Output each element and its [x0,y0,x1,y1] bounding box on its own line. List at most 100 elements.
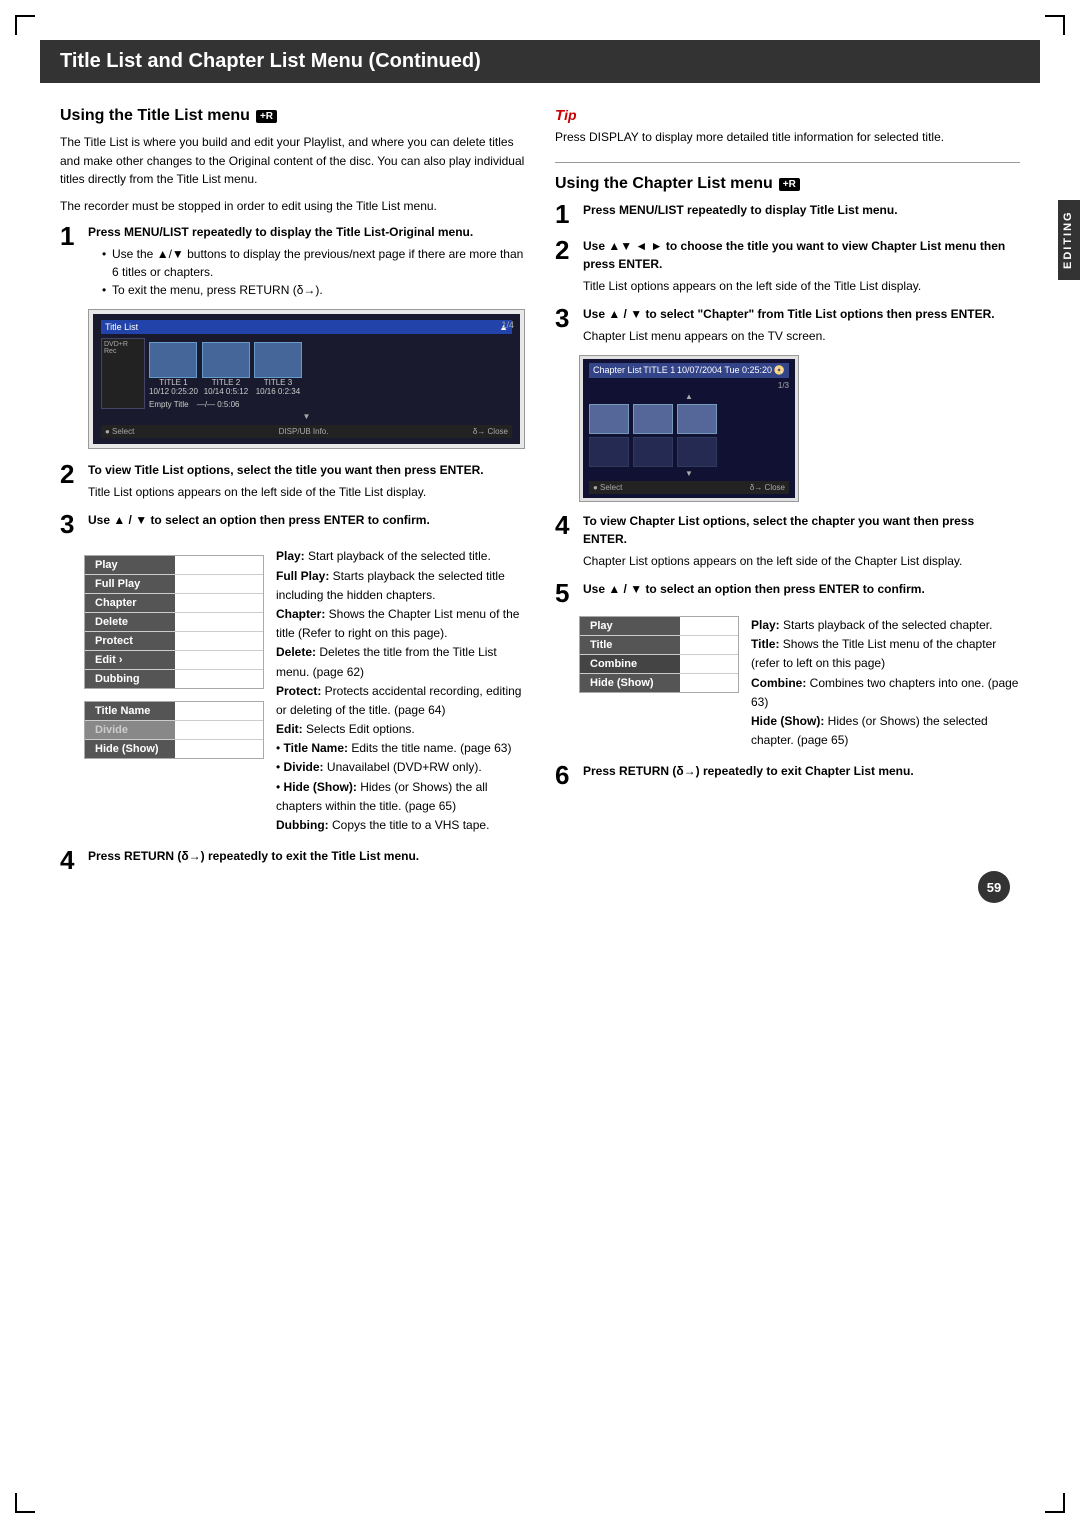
screen-thumbs-area: TITLE 1 10/12 0:25:20 TITLE 2 10/14 0:5:… [149,338,512,409]
menu-row-dubbing[interactable]: Dubbing [85,670,263,688]
right-menu-row-title[interactable]: Title [580,636,738,655]
right-step-4-bold: To view Chapter List options, select the… [583,514,974,546]
screen-left-panel: DVD+R Rec [101,338,145,409]
menu-row-delete[interactable]: Delete [85,613,263,632]
edit-submenu-row-divide[interactable]: Divide [85,721,263,740]
chapter-screen-date: 10/07/2004 Tue 0:25:20 [677,365,772,376]
step-2-extra: Title List options appears on the left s… [88,483,525,501]
thumb-2 [202,342,250,378]
right-badge-plus-r: +R [779,178,800,191]
right-menu-row-play[interactable]: Play [580,617,738,636]
right-section-title: Using the Chapter List menu [555,175,773,193]
corner-tl [15,15,35,35]
left-section-title: Using the Title List menu [60,107,250,125]
menu-row-edit[interactable]: Edit [85,651,263,670]
intro-para-2: The recorder must be stopped in order to… [60,197,525,216]
right-step-4-extra: Chapter List options appears on the left… [583,552,1020,570]
menu-row-chapter[interactable]: Chapter [85,594,263,613]
chapter-thumb-3 [677,404,717,434]
thumb-3-date: 10/16 0:2:34 [254,387,302,396]
step-3-number: 3 [60,511,82,537]
menu-row-fullplay[interactable]: Full Play [85,575,263,594]
right-step-2-bold: Use ▲▼ ◄ ► to choose the title you want … [583,239,1005,271]
editing-sidebar: EDITING [1058,200,1080,280]
step-1: 1 Press MENU/LIST repeatedly to display … [60,223,525,299]
screen-footer-1: ● Select DISP/UB Info. δ→ Close [101,425,512,438]
screen-inner-1: Title List ▲ 1/4 DVD+R Rec [93,314,520,444]
chapter-thumb-empty-2 [633,437,673,467]
menu-row-play[interactable]: Play [85,556,263,575]
right-step-4: 4 To view Chapter List options, select t… [555,512,1020,570]
chapter-screen-dvd-icon: 📀 [774,365,785,376]
menu-row-protect[interactable]: Protect [85,632,263,651]
menu-item-play[interactable]: Play [85,556,175,574]
step-1-bullet-2: To exit the menu, press RETURN (δ→). [102,281,525,299]
left-column: Using the Title List menu +R The Title L… [60,107,525,883]
chapter-footer-select: ● Select [593,483,622,492]
screen-empty-title: Empty Title —/— 0:5:06 [149,400,512,409]
edit-submenu-row-titlename[interactable]: Title Name [85,702,263,721]
step-3: 3 Use ▲ / ▼ to select an option then pre… [60,511,525,537]
step-1-content: Press MENU/LIST repeatedly to display th… [88,223,525,299]
edit-submenu-row-hideshow[interactable]: Hide (Show) [85,740,263,758]
right-menu-table: Play Title Combine Hide (Show) [579,616,739,693]
thumb-3-wrap: TITLE 3 10/16 0:2:34 [254,342,302,396]
chapter-footer: ● Select δ→ Close [589,481,789,494]
right-menu-row-hideshow[interactable]: Hide (Show) [580,674,738,692]
menu-area: Play Full Play Chapter Delete Protect [84,547,525,835]
screen-title-bar-1: Title List ▲ [101,320,512,334]
menu-item-fullplay[interactable]: Full Play [85,575,175,593]
desc-protect: Protect: Protects accidental recording, … [276,682,525,720]
menu-item-dubbing[interactable]: Dubbing [85,670,175,688]
step-4-left: 4 Press RETURN (δ→) repeatedly to exit t… [60,847,525,873]
right-step-3-bold: Use ▲ / ▼ to select "Chapter" from Title… [583,307,995,321]
menu-item-protect[interactable]: Protect [85,632,175,650]
thumb-2-label: TITLE 2 [202,378,250,387]
right-step-6-bold: Press RETURN (δ→) repeatedly to exit Cha… [583,764,914,778]
corner-tr [1045,15,1065,35]
right-step-5: 5 Use ▲ / ▼ to select an option then pre… [555,580,1020,606]
edit-submenu-hideshow[interactable]: Hide (Show) [85,740,175,758]
right-step-5-content: Use ▲ / ▼ to select an option then press… [583,580,1020,598]
right-menu-descriptions: Play: Starts playback of the selected ch… [751,616,1020,750]
left-section-heading: Using the Title List menu +R [60,107,525,125]
desc-hideshow: • Hide (Show): Hides (or Shows) the all … [276,778,525,816]
step-2: 2 To view Title List options, select the… [60,461,525,501]
step-1-number: 1 [60,223,82,249]
chapter-header: Chapter List TITLE 1 10/07/2004 Tue 0:25… [589,363,789,378]
right-desc-title: Title: Shows the Title List menu of the … [751,635,1020,673]
right-step-3-extra: Chapter List menu appears on the TV scre… [583,327,1020,345]
title-list-screen: Title List ▲ 1/4 DVD+R Rec [88,309,525,449]
step-2-number: 2 [60,461,82,487]
right-desc-hideshow: Hide (Show): Hides (or Shows) the select… [751,712,1020,750]
right-menu-item-title[interactable]: Title [580,636,680,654]
menu-item-delete[interactable]: Delete [85,613,175,631]
right-menu-row-combine[interactable]: Combine [580,655,738,674]
right-step-5-bold: Use ▲ / ▼ to select an option then press… [583,582,925,596]
menu-table: Play Full Play Chapter Delete Protect [84,555,264,689]
right-step-1-content: Press MENU/LIST repeatedly to display Ti… [583,201,1020,219]
desc-divide: • Divide: Unavailabel (DVD+RW only). [276,758,525,777]
right-menu-table-wrap: Play Title Combine Hide (Show) [579,616,739,750]
right-step-1: 1 Press MENU/LIST repeatedly to display … [555,201,1020,227]
right-menu-item-play[interactable]: Play [580,617,680,635]
chapter-thumb-1 [589,404,629,434]
step-2-bold: To view Title List options, select the t… [88,463,484,477]
screen-title-row: DVD+R Rec TITLE 1 10/12 0:25:20 [101,338,512,409]
right-menu-item-hideshow[interactable]: Hide (Show) [580,674,680,692]
chapter-up-arrow: ▲ [589,392,789,401]
thumb-3-label: TITLE 3 [254,378,302,387]
menu-item-edit[interactable]: Edit [85,651,175,669]
desc-edit: Edit: Selects Edit options. [276,720,525,739]
rec-label: Rec [104,348,142,355]
right-section-heading: Using the Chapter List menu +R [555,175,1020,193]
page-title: Title List and Chapter List Menu (Contin… [40,40,1040,83]
right-menu-area: Play Title Combine Hide (Show) [579,616,1020,750]
thumb-2-wrap: TITLE 2 10/14 0:5:12 [202,342,250,396]
menu-item-chapter[interactable]: Chapter [85,594,175,612]
edit-submenu-titlename[interactable]: Title Name [85,702,175,720]
chapter-screen-inner: Chapter List TITLE 1 10/07/2004 Tue 0:25… [583,359,795,498]
chapter-footer-close: δ→ Close [750,483,785,492]
right-menu-item-combine[interactable]: Combine [580,655,680,673]
right-step-1-bold: Press MENU/LIST repeatedly to display Ti… [583,203,898,217]
